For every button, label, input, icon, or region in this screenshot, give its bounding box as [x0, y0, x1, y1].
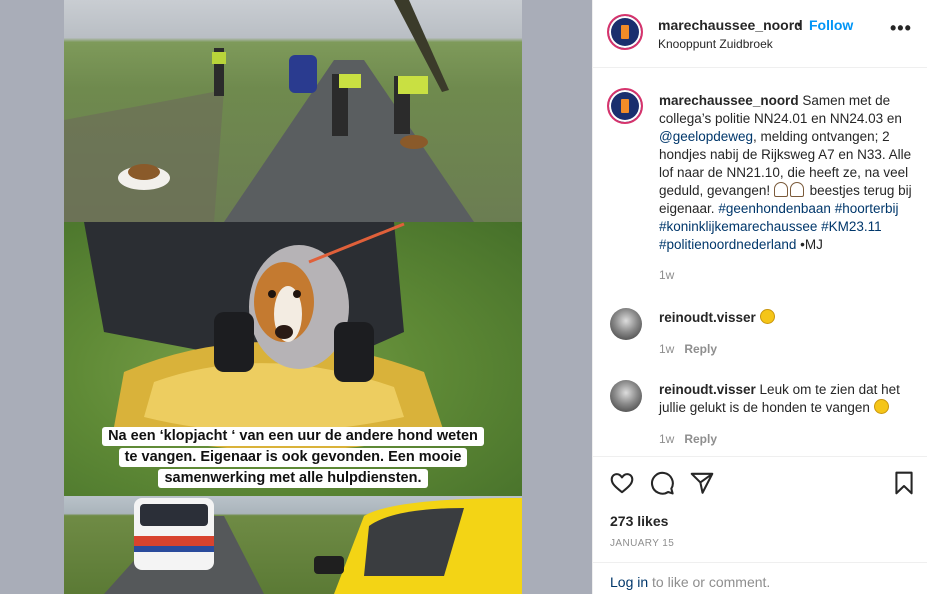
header-separator: •	[797, 16, 802, 32]
comment-timestamp[interactable]: 1w	[659, 342, 674, 356]
overlay-line-1: Na een ‘klopjacht ‘ van een uur de ander…	[102, 427, 484, 446]
ghost-icon	[789, 182, 804, 197]
cars-illustration	[104, 498, 522, 594]
hashtag-link[interactable]: #hoorterbij	[835, 201, 899, 216]
post-caption: marechaussee_noord Samen met de collega’…	[659, 92, 921, 254]
hashtag-link[interactable]: #geenhondenbaan	[718, 201, 831, 216]
comment-2-meta: 1w Reply	[659, 432, 717, 446]
follow-button[interactable]: Follow	[809, 17, 853, 33]
comment-2: reinoudt.visser Leuk om te zien dat het …	[659, 381, 921, 417]
more-options-icon[interactable]: •••	[890, 18, 912, 39]
actions-divider	[593, 456, 927, 457]
ghost-icon	[773, 182, 788, 197]
header-username[interactable]: marechaussee_noord	[658, 17, 803, 33]
post-date[interactable]: JANUARY 15	[610, 538, 674, 549]
hashtag-link[interactable]: #KM23.11	[821, 219, 882, 234]
media-text-overlay: Na een ‘klopjacht ‘ van een uur de ander…	[64, 426, 522, 489]
comment-1: reinoudt.visser	[659, 309, 921, 327]
likes-count[interactable]: 273 likes	[610, 513, 668, 529]
location-link[interactable]: Knooppunt Zuidbroek	[658, 37, 773, 51]
comment-timestamp[interactable]: 1w	[659, 432, 674, 446]
login-link[interactable]: Log in	[610, 574, 648, 590]
comment-username[interactable]: reinoudt.visser	[659, 310, 756, 325]
login-prompt-text: to like or comment.	[648, 574, 771, 590]
caption-timestamp[interactable]: 1w	[659, 268, 674, 282]
caption-avatar[interactable]	[607, 88, 643, 124]
caption-mention[interactable]: @geelopdeweg	[659, 129, 753, 144]
overlay-line-3: samenwerking met alle hulpdiensten.	[158, 469, 428, 488]
hashtag-link[interactable]: #koninklijkemarechaussee	[659, 219, 817, 234]
comment-avatar[interactable]	[610, 380, 642, 412]
reply-button[interactable]: Reply	[684, 342, 717, 356]
login-prompt: Log in to like or comment.	[610, 574, 770, 590]
paper-plane-icon[interactable]	[689, 470, 715, 496]
comment-username[interactable]: reinoudt.visser	[659, 382, 756, 397]
overlay-line-2: te vangen. Eigenaar is ook gevonden. Een…	[118, 448, 468, 467]
heart-icon[interactable]	[609, 470, 635, 496]
smiling-face-icon	[759, 309, 775, 324]
bookmark-icon[interactable]	[891, 470, 917, 496]
profile-avatar[interactable]	[607, 14, 643, 50]
hashtag-link[interactable]: #politienoordnederland	[659, 237, 796, 252]
post-side-panel: marechaussee_noord • Follow Knooppunt Zu…	[592, 0, 927, 594]
comment-avatar[interactable]	[610, 308, 642, 340]
caption-signoff: •MJ	[796, 237, 823, 252]
post-media[interactable]: Na een ‘klopjacht ‘ van een uur de ander…	[64, 0, 522, 594]
reply-button[interactable]: Reply	[684, 432, 717, 446]
smiling-face-icon	[873, 399, 889, 414]
photo-police-car	[64, 496, 522, 594]
photo-road-scene	[64, 0, 522, 222]
post-header: marechaussee_noord • Follow Knooppunt Zu…	[593, 0, 927, 68]
road-scene-illustration	[64, 0, 474, 222]
speech-bubble-icon[interactable]	[649, 470, 675, 496]
comment-1-meta: 1w Reply	[659, 342, 717, 356]
caption-username[interactable]: marechaussee_noord	[659, 93, 799, 108]
